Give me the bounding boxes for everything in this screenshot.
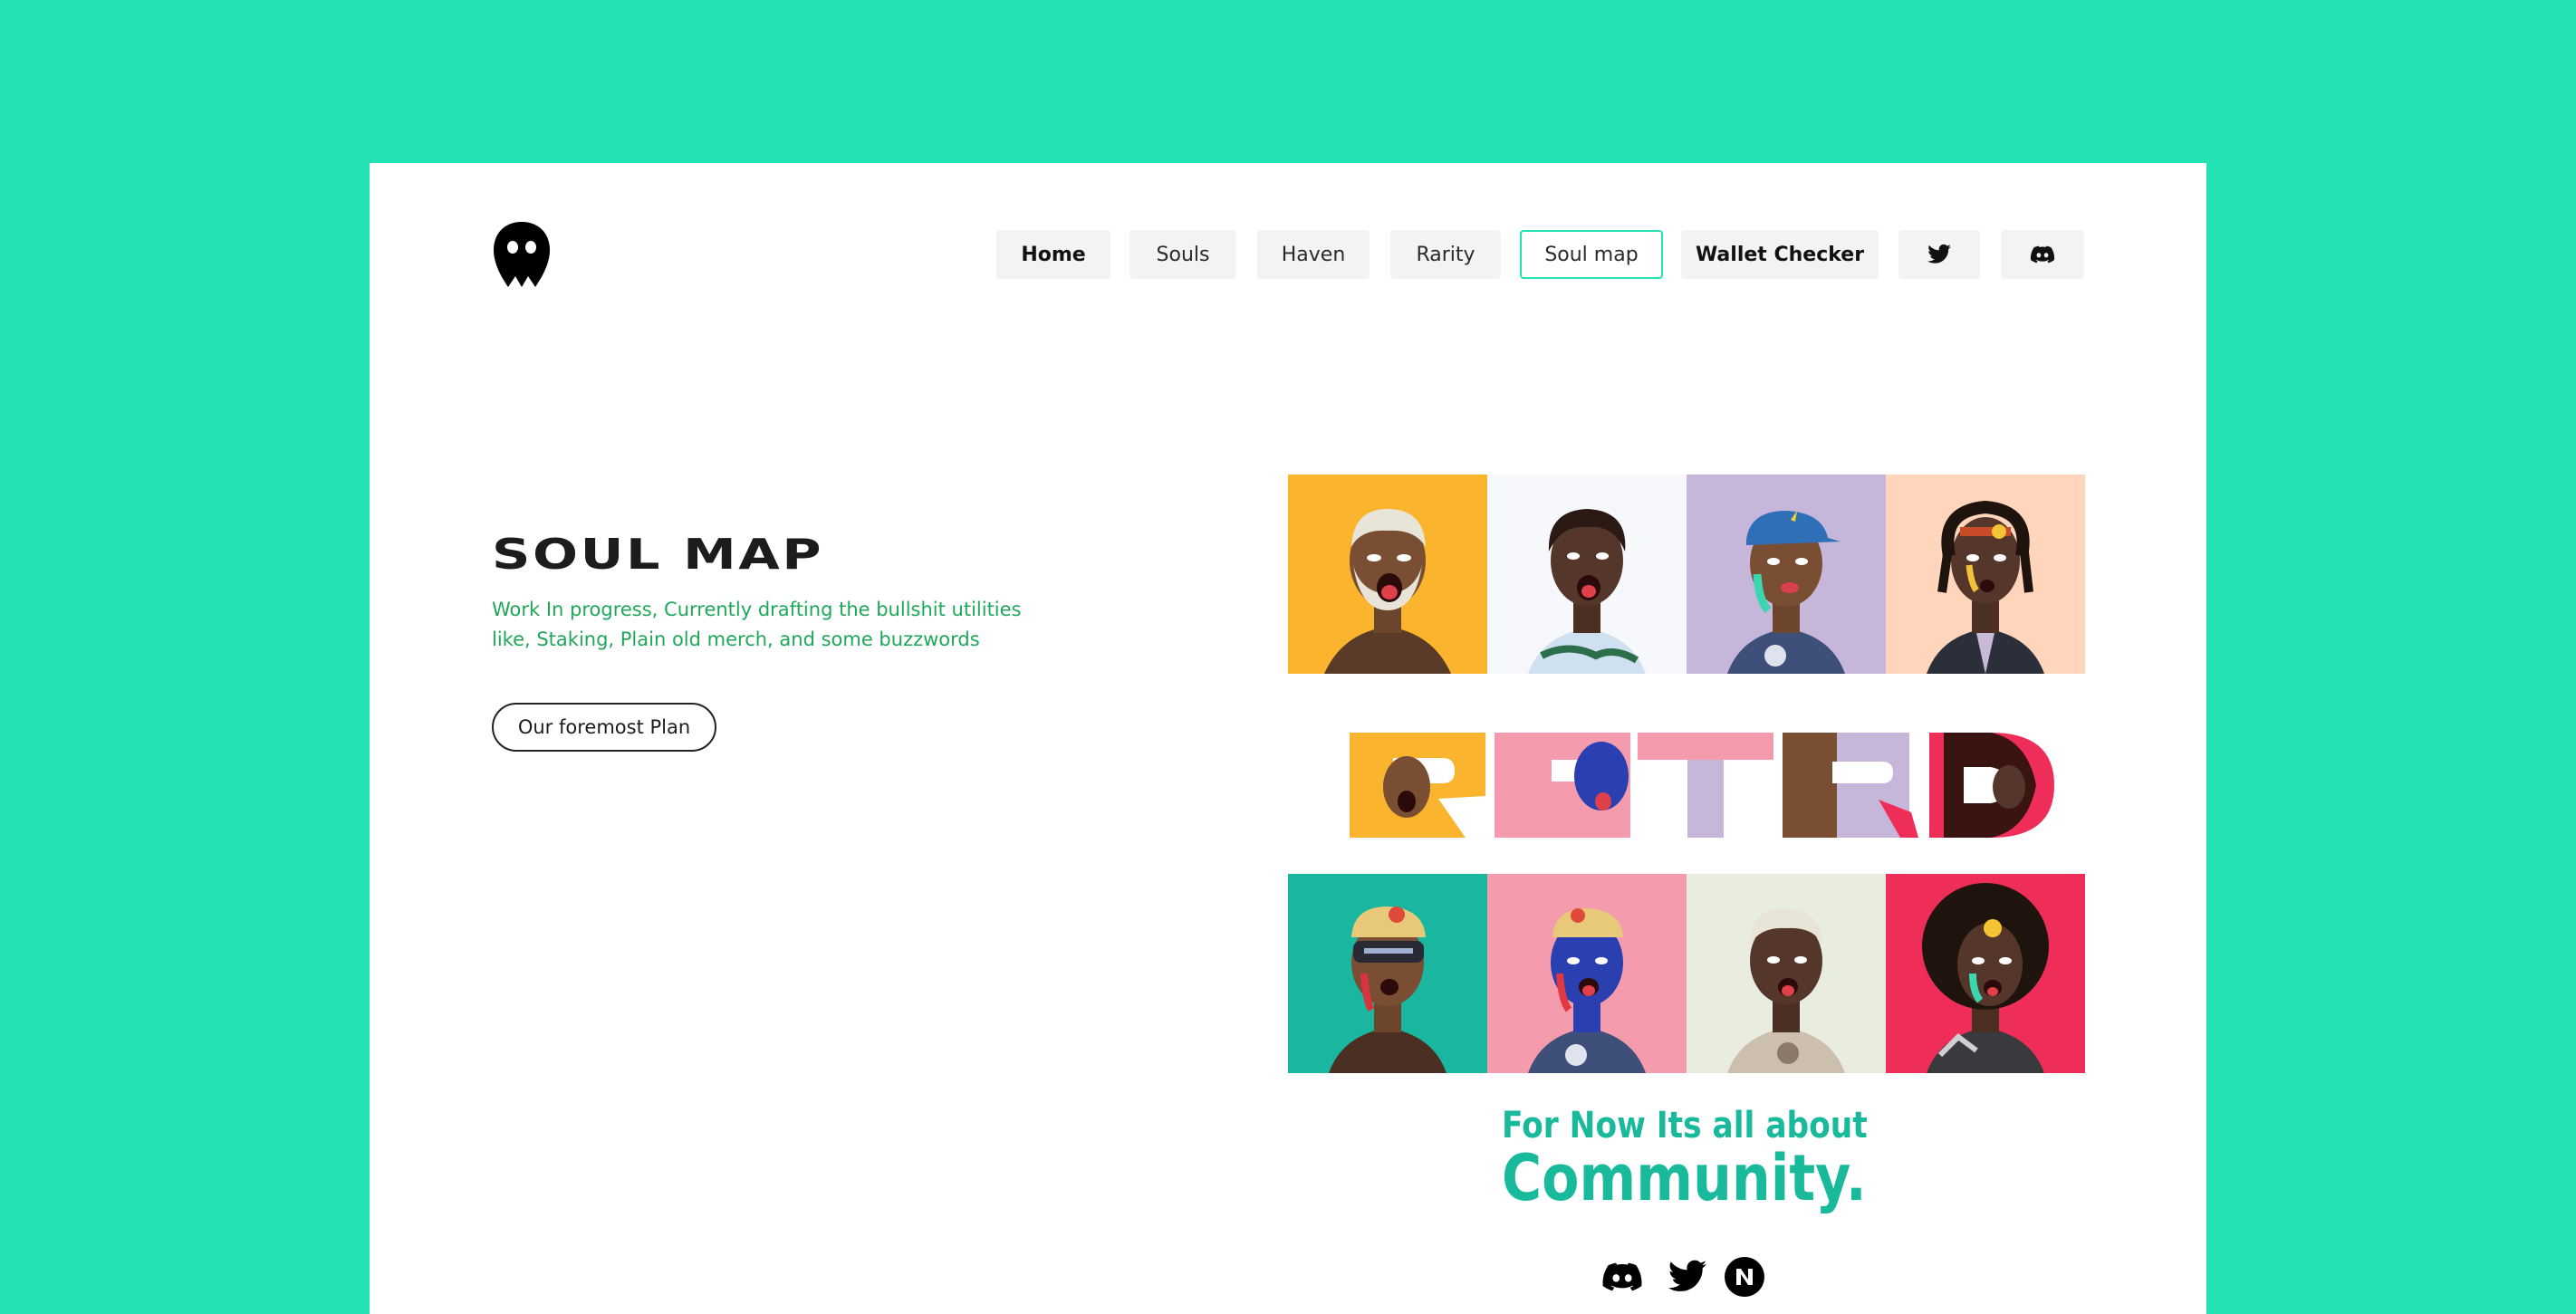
character-illustration xyxy=(1329,906,1447,1073)
footer-magic-eden-link[interactable] xyxy=(1724,1256,1765,1298)
foremost-plan-button[interactable]: Our foremost Plan xyxy=(492,703,716,752)
footer-twitter-link[interactable] xyxy=(1667,1256,1708,1298)
nav-discord-button[interactable] xyxy=(2001,230,2084,279)
rptrd-word-art xyxy=(1339,731,2063,839)
nav-rarity-button[interactable]: Rarity xyxy=(1390,230,1501,279)
footer-discord-link[interactable] xyxy=(1601,1256,1643,1298)
page-card: Home Souls Haven Rarity Soul map Wallet … xyxy=(370,163,2206,1314)
page-title: SOUL MAP xyxy=(492,530,824,579)
magic-eden-icon xyxy=(1725,1257,1764,1297)
character-illustration xyxy=(1927,500,2044,674)
nav-haven-button[interactable]: Haven xyxy=(1257,230,1370,279)
twitter-icon xyxy=(1668,1260,1707,1291)
soul-tile[interactable] xyxy=(1687,475,1886,674)
character-illustration xyxy=(1727,511,1845,674)
character-illustration xyxy=(1528,509,1646,674)
ghost-logo-icon[interactable] xyxy=(492,220,552,289)
hero-description: Work In progress, Currently drafting the… xyxy=(492,599,1022,650)
nav-wallet-checker-button[interactable]: Wallet Checker xyxy=(1681,230,1879,279)
character-illustration xyxy=(1528,908,1646,1073)
discord-icon xyxy=(2030,245,2055,264)
community-title: Community. xyxy=(1502,1141,1867,1215)
character-illustration xyxy=(1727,908,1845,1073)
soul-tile[interactable] xyxy=(1886,475,2085,674)
twitter-icon xyxy=(1927,244,1951,264)
soul-tile[interactable] xyxy=(1687,874,1886,1073)
soul-tile[interactable] xyxy=(1487,475,1687,674)
character-illustration xyxy=(1324,509,1451,674)
discord-icon xyxy=(1602,1262,1642,1291)
soul-tile[interactable] xyxy=(1288,475,1487,674)
soul-tile[interactable] xyxy=(1487,874,1687,1073)
soul-tile[interactable] xyxy=(1886,874,2085,1073)
nav-home-button[interactable]: Home xyxy=(996,230,1110,279)
nav-twitter-button[interactable] xyxy=(1898,230,1980,279)
nav-souls-button[interactable]: Souls xyxy=(1129,230,1236,279)
soul-tile[interactable] xyxy=(1288,874,1487,1073)
character-illustration xyxy=(1922,883,2049,1073)
nav-soul-map-button[interactable]: Soul map xyxy=(1520,230,1663,279)
